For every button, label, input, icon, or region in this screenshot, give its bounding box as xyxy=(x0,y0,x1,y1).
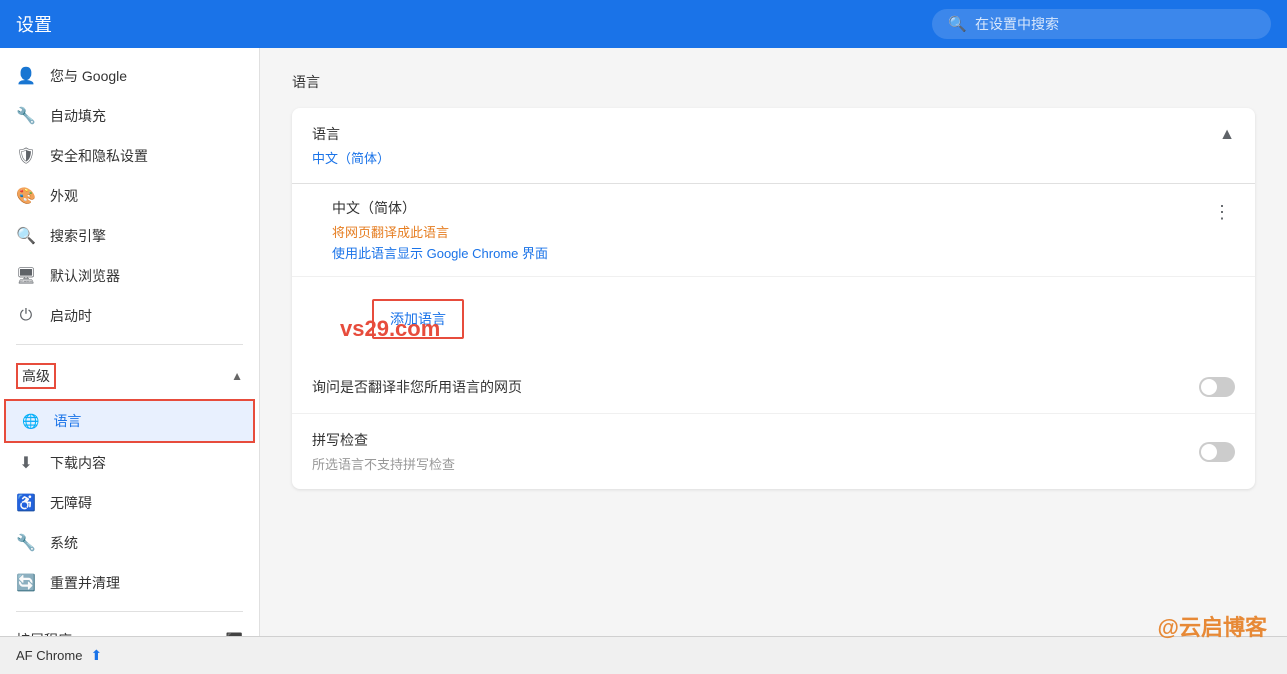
sidebar-item-label: 搜索引擎 xyxy=(50,226,106,246)
sidebar-item-downloads[interactable]: ⬇ 下载内容 xyxy=(0,443,259,483)
translate-link[interactable]: 将网页翻译成此语言 xyxy=(332,222,548,241)
card-header: 语言 中文（简体） ▲ xyxy=(292,108,1255,184)
sidebar-item-label: 安全和隐私设置 xyxy=(50,146,148,166)
sidebar-item-language[interactable]: 🌐 语言 xyxy=(4,399,255,443)
sidebar-item-label: 启动时 xyxy=(50,306,92,326)
system-icon: 🔧 xyxy=(16,533,36,553)
download-icon: ⬇ xyxy=(16,453,36,473)
sidebar-item-security[interactable]: 🛡 安全和隐私设置 xyxy=(0,136,259,176)
language-item: 中文（简体） 将网页翻译成此语言 使用此语言显示 Google Chrome 界… xyxy=(292,184,1255,277)
spell-details: 拼写检查 所选语言不支持拼写检查 xyxy=(312,430,455,473)
sidebar-item-appearance[interactable]: 🎨 外观 xyxy=(0,176,259,216)
header-title: 设置 xyxy=(16,11,52,37)
sidebar-item-search[interactable]: 🔍 搜索引擎 xyxy=(0,216,259,256)
sidebar-item-browser[interactable]: 🖥 默认浏览器 xyxy=(0,256,259,296)
accessibility-icon: ♿ xyxy=(16,493,36,513)
sidebar-item-reset[interactable]: 🔄 重置并清理 xyxy=(0,563,259,603)
more-options-icon[interactable]: ⋮ xyxy=(1209,198,1235,227)
sidebar-item-label: 自动填充 xyxy=(50,106,106,126)
spell-row: 拼写检查 所选语言不支持拼写检查 xyxy=(312,430,1235,473)
sidebar-item-label: 系统 xyxy=(50,533,78,553)
spell-toggle[interactable] xyxy=(1199,442,1235,462)
language-name: 中文（简体） xyxy=(332,198,548,218)
card-header-left: 语言 中文（简体） xyxy=(312,124,390,167)
sidebar-item-label: 您与 Google xyxy=(50,66,127,86)
shield-icon: 🛡 xyxy=(16,146,36,166)
display-link[interactable]: 使用此语言显示 Google Chrome 界面 xyxy=(332,243,548,262)
search-icon: 🔍 xyxy=(948,15,967,33)
sidebar-item-extensions[interactable]: 扩展程序 ⬛ xyxy=(0,620,259,636)
sidebar-item-label: 无障碍 xyxy=(50,493,92,513)
sidebar-divider-2 xyxy=(16,611,243,612)
spell-check-section: 拼写检查 所选语言不支持拼写检查 xyxy=(292,414,1255,489)
spell-subtitle: 所选语言不支持拼写检查 xyxy=(312,454,455,473)
sidebar-item-system[interactable]: 🔧 系统 xyxy=(0,523,259,563)
language-card: 语言 中文（简体） ▲ 中文（简体） 将网页翻译成此语言 使用此语言显示 Goo… xyxy=(292,108,1255,489)
watermark-cloud: @云启博客 xyxy=(1158,610,1267,642)
chevron-up-icon[interactable]: ▲ xyxy=(1219,126,1235,144)
spell-title: 拼写检查 xyxy=(312,430,455,450)
sidebar-item-label: 默认浏览器 xyxy=(50,266,120,286)
sidebar-item-autofill[interactable]: 🔧 自动填充 xyxy=(0,96,259,136)
person-icon: 👤 xyxy=(16,66,36,86)
search-bar[interactable]: 🔍 xyxy=(932,9,1271,39)
sidebar-item-google[interactable]: 👤 您与 Google xyxy=(0,56,259,96)
sidebar-item-label: 下载内容 xyxy=(50,453,106,473)
chevron-up-icon: ▲ xyxy=(231,369,243,383)
monitor-icon: 🖥 xyxy=(16,266,36,286)
card-subtitle: 中文（简体） xyxy=(312,148,390,167)
translate-label: 询问是否翻译非您所用语言的网页 xyxy=(312,377,522,397)
sidebar-item-label: 重置并清理 xyxy=(50,573,120,593)
sidebar-item-startup[interactable]: ⏻ 启动时 xyxy=(0,296,259,336)
af-chrome-label: AF Chrome xyxy=(16,648,82,663)
language-details: 中文（简体） 将网页翻译成此语言 使用此语言显示 Google Chrome 界… xyxy=(332,198,548,262)
palette-icon: 🎨 xyxy=(16,186,36,206)
advanced-section-header[interactable]: 高级 ▲ xyxy=(0,353,259,399)
sidebar-item-label: 外观 xyxy=(50,186,78,206)
advanced-label: 高级 xyxy=(16,363,56,389)
autofill-icon: 🔧 xyxy=(16,106,36,126)
header: 设置 🔍 xyxy=(0,0,1287,48)
power-icon: ⏻ xyxy=(16,306,36,326)
watermark-vs29: vs29.com xyxy=(340,316,440,342)
sidebar: 👤 您与 Google 🔧 自动填充 🛡 安全和隐私设置 🎨 外观 🔍 搜索引擎… xyxy=(0,48,260,636)
sidebar-divider xyxy=(16,344,243,345)
sidebar-item-label: 语言 xyxy=(53,411,81,431)
section-title: 语言 xyxy=(292,72,1255,92)
translate-toggle[interactable] xyxy=(1199,377,1235,397)
sidebar-item-accessibility[interactable]: ♿ 无障碍 xyxy=(0,483,259,523)
content-area: 语言 语言 中文（简体） ▲ 中文（简体） 将网页翻译成此语言 xyxy=(260,48,1287,636)
card-title: 语言 xyxy=(312,124,390,144)
search-input[interactable] xyxy=(975,16,1255,32)
language-item-row: 中文（简体） 将网页翻译成此语言 使用此语言显示 Google Chrome 界… xyxy=(332,198,1235,262)
globe-icon: 🌐 xyxy=(22,413,39,430)
reset-icon: 🔄 xyxy=(16,573,36,593)
external-link-icon: ⬆ xyxy=(90,647,102,664)
search-icon: 🔍 xyxy=(16,226,36,246)
translate-toggle-row: 询问是否翻译非您所用语言的网页 xyxy=(292,361,1255,414)
bottom-bar: AF Chrome ⬆ xyxy=(0,636,1287,674)
